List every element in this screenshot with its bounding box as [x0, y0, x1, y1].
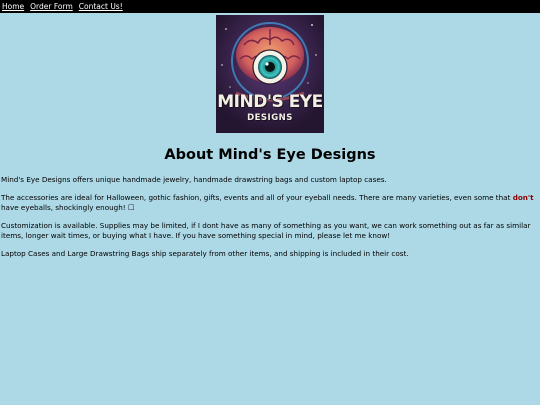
accessories-text-end: have eyeballs, shockingly enough! ☐ [1, 203, 135, 212]
accessories-paragraph: The accessories are ideal for Halloween,… [1, 193, 539, 213]
customization-paragraph: Customization is available. Supplies may… [1, 221, 531, 240]
intro-paragraph: Mind's Eye Designs offers unique handmad… [1, 175, 387, 184]
page-title: About Mind's Eye Designs [164, 147, 376, 163]
accessories-text-start: The accessories are ideal for Halloween,… [1, 193, 513, 202]
logo-subtitle: DESIGNS [247, 113, 293, 123]
nav-link-home[interactable]: Home [2, 0, 24, 13]
top-nav: Home Order Form Contact Us! [0, 0, 540, 13]
logo-container: MIND'S EYE DESIGNS [0, 15, 540, 133]
minds-eye-logo: MIND'S EYE DESIGNS [216, 15, 324, 133]
logo-title: MIND'S EYE [217, 92, 323, 112]
about-content: Mind's Eye Designs offers unique handmad… [0, 175, 540, 259]
shipping-paragraph: Laptop Cases and Large Drawstring Bags s… [1, 249, 409, 258]
nav-link-order-form[interactable]: Order Form [30, 0, 73, 13]
nav-link-contact[interactable]: Contact Us! [79, 0, 123, 13]
dont-emphasis: don't [512, 193, 534, 202]
